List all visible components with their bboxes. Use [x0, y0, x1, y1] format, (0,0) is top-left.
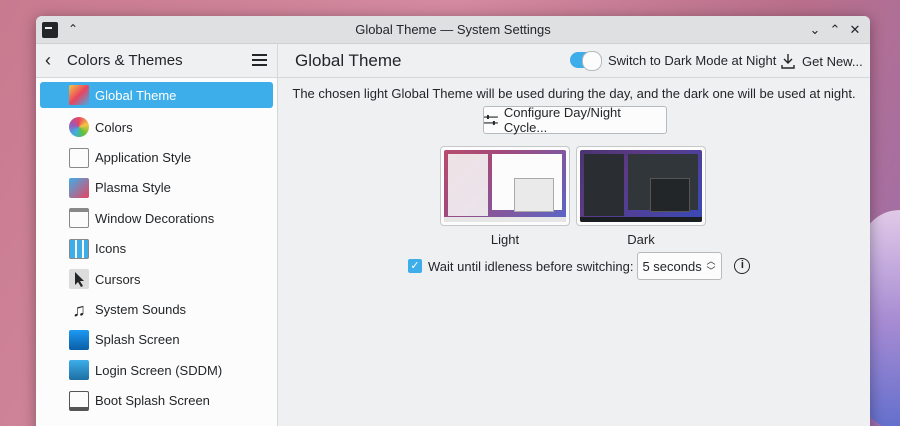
title-bar: ⌃ Global Theme — System Settings ⌄ ⌃ ✕	[36, 16, 870, 44]
idle-checkbox[interactable]: ✓	[408, 259, 422, 273]
splash-screen-icon	[69, 329, 89, 350]
spin-arrows-icon[interactable]: ︿ ﹀	[706, 256, 716, 276]
music-note-icon: ♫	[72, 299, 86, 320]
idle-row: ✓ Wait until idleness before switching: …	[408, 252, 751, 280]
sidebar-item-label: Colors	[95, 119, 133, 135]
dark-theme-preview[interactable]	[576, 146, 706, 226]
sidebar-header: ‹ Colors & Themes	[36, 43, 278, 78]
login-screen-icon	[69, 360, 89, 381]
light-theme-preview[interactable]	[440, 146, 570, 226]
cursors-icon	[69, 269, 89, 290]
close-icon[interactable]: ✕	[846, 21, 864, 39]
get-new-button[interactable]: Get New...	[780, 53, 863, 69]
download-icon	[781, 54, 795, 69]
sidebar-item-label: Application Style	[95, 150, 192, 166]
hamburger-menu-icon[interactable]	[252, 53, 267, 66]
dark-mode-switch[interactable]	[570, 51, 602, 71]
system-settings-window: ⌃ Global Theme — System Settings ⌄ ⌃ ✕ ‹…	[36, 16, 870, 426]
global-theme-icon	[69, 85, 89, 105]
boot-splash-icon	[69, 390, 89, 411]
sidebar-item-icons[interactable]: Icons	[36, 234, 277, 264]
sidebar-item-label: Login Screen (SDDM)	[95, 362, 223, 378]
app-menu-icon[interactable]	[42, 22, 58, 38]
application-style-icon	[69, 147, 89, 168]
light-theme-label: Light	[490, 232, 520, 247]
idle-duration-value: 5 seconds	[642, 258, 702, 274]
sidebar-item-label: System Sounds	[95, 302, 187, 318]
icons-icon	[69, 238, 89, 259]
sidebar-item-boot-splash[interactable]: Boot Splash Screen	[36, 386, 277, 416]
idle-duration-spinbox[interactable]: 5 seconds ︿ ﹀	[637, 252, 723, 280]
toolbar: ‹ Colors & Themes Global Theme Switch to…	[36, 43, 870, 78]
sidebar-item-global-theme[interactable]: Global Theme	[40, 82, 273, 108]
info-icon[interactable]: i	[734, 258, 751, 274]
configure-label: Configure Day/Night Cycle...	[503, 105, 621, 135]
sidebar-item-label: Global Theme	[95, 87, 177, 103]
back-arrow-icon[interactable]: ‹	[45, 50, 67, 71]
sidebar-item-system-sounds[interactable]: ♫ System Sounds	[36, 294, 277, 324]
sidebar-item-label: Icons	[95, 241, 127, 257]
sidebar-item-application-style[interactable]: Application Style	[36, 142, 277, 172]
sidebar-item-cursors[interactable]: Cursors	[36, 264, 277, 294]
dark-mode-label: Switch to Dark Mode at Night	[608, 52, 777, 68]
configure-day-night-button[interactable]: Configure Day/Night Cycle...	[483, 105, 667, 135]
dark-mode-toggle[interactable]: Switch to Dark Mode at Night	[570, 51, 777, 71]
sidebar-item-window-decorations[interactable]: Window Decorations	[36, 203, 277, 233]
sidebar-item-login-screen[interactable]: Login Screen (SDDM)	[36, 355, 277, 385]
sidebar-item-plasma-style[interactable]: Plasma Style	[36, 173, 277, 203]
maximize-icon[interactable]: ⌃	[826, 21, 844, 39]
sidebar-title: Colors & Themes	[67, 52, 183, 69]
window-title: Global Theme — System Settings	[355, 22, 551, 37]
plasma-style-icon	[69, 177, 89, 198]
sidebar-item-colors[interactable]: Colors	[36, 112, 277, 142]
description-text: The chosen light Global Theme will be us…	[292, 86, 856, 101]
keep-above-icon[interactable]: ⌃	[64, 20, 82, 38]
page-title: Global Theme	[295, 50, 402, 70]
sidebar-item-label: Cursors	[95, 271, 141, 287]
minimize-icon[interactable]: ⌄	[806, 21, 824, 39]
idle-label: Wait until idleness before switching:	[428, 258, 634, 274]
main-content: The chosen light Global Theme will be us…	[278, 78, 870, 426]
dark-theme-label: Dark	[627, 232, 655, 247]
get-new-label: Get New...	[802, 53, 863, 69]
sidebar-item-label: Splash Screen	[95, 332, 180, 348]
sliders-icon	[484, 115, 498, 125]
sidebar-item-label: Window Decorations	[95, 210, 215, 226]
sidebar-item-label: Boot Splash Screen	[95, 393, 210, 409]
sidebar-item-splash-screen[interactable]: Splash Screen	[36, 325, 277, 355]
window-decorations-icon	[69, 208, 89, 229]
sidebar-item-label: Plasma Style	[95, 180, 171, 196]
sidebar: Global Theme Colors Application Style Pl…	[36, 78, 278, 426]
colors-icon	[69, 117, 89, 138]
